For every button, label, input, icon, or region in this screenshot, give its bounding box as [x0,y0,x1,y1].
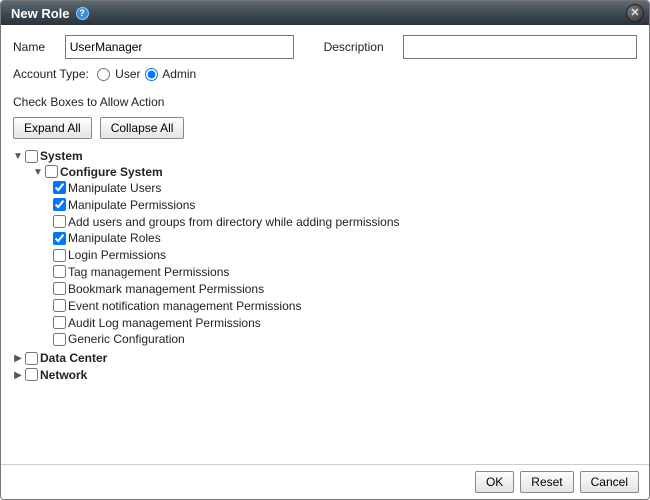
close-icon[interactable]: ✕ [627,5,643,21]
tree-checkbox[interactable] [53,299,66,312]
tree-checkbox[interactable] [53,181,66,194]
tree-node-manipulate-users: Manipulate Users [53,179,633,196]
account-type-user-option[interactable]: User [97,67,141,81]
tree-checkbox[interactable] [53,333,66,346]
dialog-body: Name Description Account Type: User Admi… [1,25,649,464]
dialog-titlebar: New Role ? ✕ [1,1,649,25]
tree-node-label[interactable]: Configure System [60,165,163,179]
ok-button[interactable]: OK [475,471,514,493]
tree-checkbox[interactable] [53,232,66,245]
tree-checkbox[interactable] [53,316,66,329]
account-type-admin-option[interactable]: Admin [145,67,197,81]
help-icon[interactable]: ? [76,7,89,20]
name-row: Name Description [13,35,637,59]
tree-checkbox[interactable] [25,352,38,365]
account-type-row: Account Type: User Admin [13,67,637,81]
account-type-admin-label: Admin [162,67,196,81]
tree-node-system: ▼ System ▼ Configure System Manipulate Users… [13,147,633,349]
new-role-dialog: New Role ? ✕ Name Description Account Ty… [0,0,650,500]
name-label: Name [13,40,65,54]
tree-node-data-center: ▶ Data Center [13,349,633,366]
tree-checkbox[interactable] [25,150,38,163]
tree-node-manipulate-permissions: Manipulate Permissions [53,196,633,213]
tree-node-label[interactable]: System [40,149,83,163]
account-type-admin-radio[interactable] [145,68,158,81]
tree-node-label: Login Permissions [68,248,166,262]
tree-node-configure-system: ▼ Configure System Manipulate Users Manipul… [33,163,633,348]
tree-toggle-icon[interactable]: ▶ [13,370,23,381]
name-input[interactable] [65,35,294,59]
tree-checkbox[interactable] [53,265,66,278]
tree-node-label: Tag management Permissions [68,265,229,279]
tree-node-generic-configuration: Generic Configuration [53,330,633,347]
tree-checkbox[interactable] [25,368,38,381]
tree-node-bookmark-management-permissions: Bookmark management Permissions [53,280,633,297]
tree-node-tag-management-permissions: Tag management Permissions [53,263,633,280]
tree-node-label: Audit Log management Permissions [68,315,261,329]
description-label: Description [324,40,404,54]
tree-node-label[interactable]: Data Center [40,351,107,365]
account-type-user-radio[interactable] [97,68,110,81]
tree-node-label: Bookmark management Permissions [68,282,264,296]
permissions-tree[interactable]: ▼ System ▼ Configure System Manipulate Users… [13,147,637,458]
tree-checkbox[interactable] [53,282,66,295]
tree-node-label: Event notification management Permission… [68,299,301,313]
tree-node-label: Manipulate Roles [68,231,161,245]
tree-toggle-icon[interactable]: ▼ [33,167,43,178]
dialog-footer: OK Reset Cancel [1,464,649,499]
tree-node-audit-log-management-permissions: Audit Log management Permissions [53,314,633,331]
tree-node-label: Generic Configuration [68,332,185,346]
tree-checkbox[interactable] [53,249,66,262]
collapse-all-button[interactable]: Collapse All [100,117,185,139]
tree-node-login-permissions: Login Permissions [53,246,633,263]
tree-checkbox[interactable] [53,215,66,228]
dialog-title: New Role [11,6,70,21]
account-type-user-label: User [115,67,140,81]
tree-node-network: ▶ Network [13,366,633,383]
tree-node-label: Manipulate Permissions [68,198,195,212]
description-input[interactable] [403,35,637,59]
expand-collapse-row: Expand All Collapse All [13,117,637,139]
permissions-section-label: Check Boxes to Allow Action [13,95,637,109]
cancel-button[interactable]: Cancel [580,471,639,493]
tree-toggle-icon[interactable]: ▶ [13,353,23,364]
tree-node-manipulate-roles: Manipulate Roles [53,229,633,246]
account-type-label: Account Type: [13,67,89,81]
tree-node-label: Manipulate Users [68,181,161,195]
tree-node-label: Add users and groups from directory whil… [68,214,400,228]
tree-node-add-users-and-groups-from-directory-while-adding-permissions: Add users and groups from directory whil… [53,213,633,230]
expand-all-button[interactable]: Expand All [13,117,92,139]
tree-toggle-icon[interactable]: ▼ [13,151,23,162]
reset-button[interactable]: Reset [520,471,573,493]
tree-checkbox[interactable] [53,198,66,211]
tree-node-label[interactable]: Network [40,368,87,382]
tree-node-event-notification-management-permissions: Event notification management Permission… [53,297,633,314]
tree-checkbox[interactable] [45,165,58,178]
